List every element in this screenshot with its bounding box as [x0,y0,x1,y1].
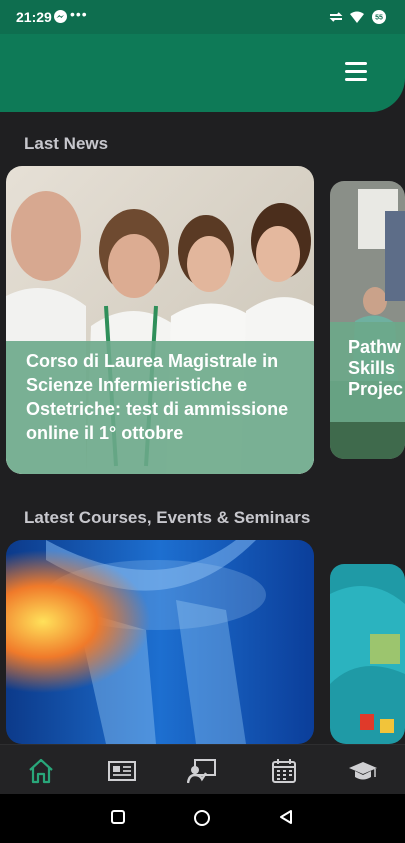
section-title-news: Last News [24,134,109,153]
battery-level: 55 [375,15,383,22]
app-header [0,34,405,112]
recents-icon[interactable] [110,809,126,825]
hamburger-menu-icon[interactable] [345,62,367,84]
news-card-next-title: Pathw Skills Projec [330,322,405,422]
graduation-cap-icon[interactable] [348,757,378,785]
course-card-next[interactable] [330,564,405,744]
news-card-next[interactable]: Pathw Skills Projec [330,181,405,459]
battery-icon: 55 [372,10,386,24]
status-bar: 21:29 ••• 55 [0,0,405,34]
news-icon[interactable] [107,757,137,785]
messenger-icon [54,10,67,23]
status-dots: ••• [70,6,88,22]
news-card[interactable]: Corso di Laurea Magistrale in Scienze In… [6,166,314,474]
status-time: 21:29 [16,9,52,25]
system-nav-bar [0,794,405,843]
courses-icon[interactable] [187,757,217,785]
course-card[interactable] [6,540,314,744]
course-photo [6,540,314,744]
status-icons: 55 [329,9,387,25]
back-icon[interactable] [278,809,294,825]
course-photo-next [330,564,405,744]
calendar-icon[interactable] [269,757,299,785]
bottom-tab-bar [0,744,405,795]
data-saver-icon [329,12,343,22]
section-title-courses: Latest Courses, Events & Seminars [24,508,311,527]
news-card-title: Corso di Laurea Magistrale in Scienze In… [6,341,314,474]
home-nav-icon[interactable] [193,809,211,827]
home-icon[interactable] [26,757,56,785]
wifi-icon [350,11,364,23]
